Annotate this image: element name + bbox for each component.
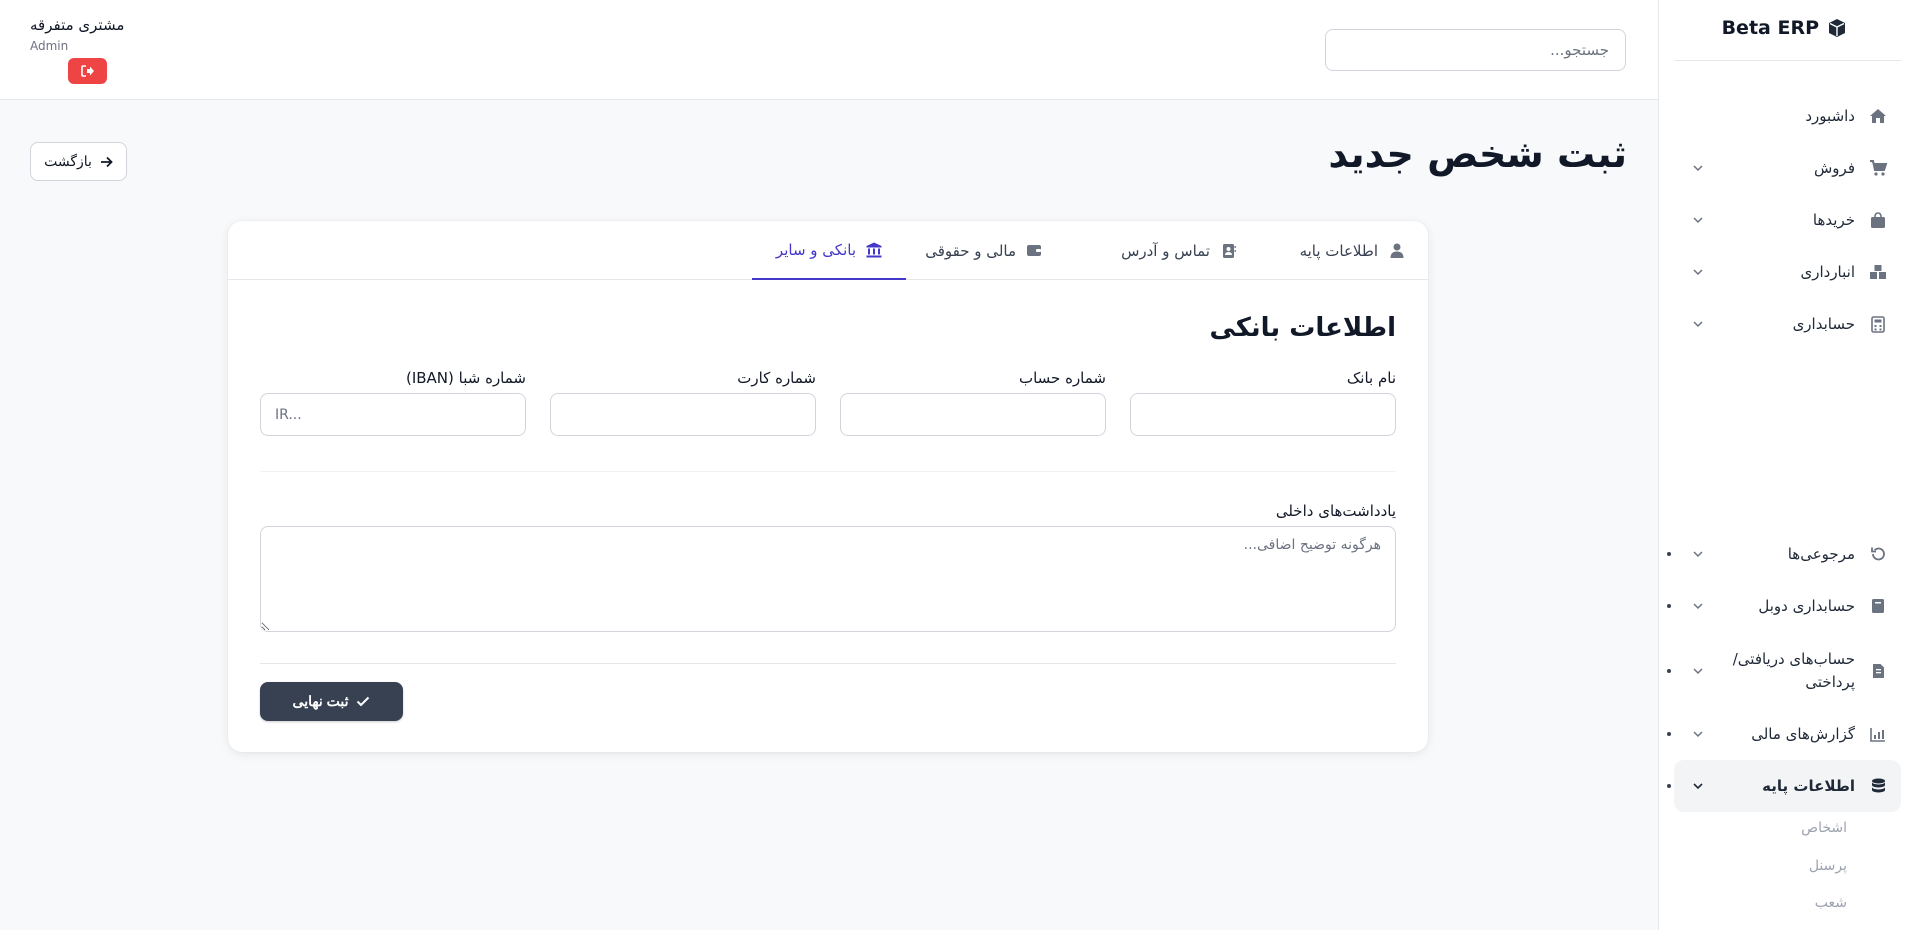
cube-icon xyxy=(1829,19,1845,37)
sidebar-item-dashboard[interactable]: داشبورد xyxy=(1674,90,1901,142)
cart-icon xyxy=(1869,159,1887,177)
tab-label: بانکی و سایر xyxy=(775,240,856,259)
user-name: مشتری متفرقه xyxy=(30,16,125,34)
chevron-down-icon xyxy=(1693,603,1703,610)
internal-notes-textarea[interactable] xyxy=(260,526,1396,632)
sidebar-item-sales[interactable]: فروش xyxy=(1674,142,1901,194)
chevron-down-icon xyxy=(1693,731,1703,738)
sidebar-item-returns[interactable]: مرجوعی‌ها xyxy=(1667,528,1901,580)
brand-name: Beta ERP xyxy=(1721,17,1819,39)
sidebar-item-label: حساب‌های دریافتی/ پرداختی xyxy=(1732,650,1855,691)
logout-button[interactable] xyxy=(68,58,107,84)
back-button[interactable]: بازگشت xyxy=(30,142,127,181)
sidebar-item-financial-reports[interactable]: گزارش‌های مالی xyxy=(1667,708,1901,760)
chevron-down-icon xyxy=(1693,551,1703,558)
sidebar-item-label: حسابداری xyxy=(1792,314,1855,333)
card-number-label: شماره کارت xyxy=(737,369,816,387)
sidebar-item-label: فروش xyxy=(1813,158,1855,177)
tab-contact-address[interactable]: تماس و آدرس xyxy=(1097,221,1260,280)
card-number-input[interactable] xyxy=(550,393,816,436)
user-icon xyxy=(1388,243,1404,259)
wallet-icon xyxy=(1026,243,1042,259)
chart-icon xyxy=(1869,725,1887,743)
sidebar-item-base-info[interactable]: اطلاعات پایه xyxy=(1667,760,1901,812)
invoice-icon xyxy=(1869,662,1887,680)
account-number-label: شماره حساب xyxy=(1018,369,1106,387)
database-icon xyxy=(1869,777,1887,795)
sidebar: Beta ERP داشبورد فروش خریدها انبارداری ح… xyxy=(1658,0,1917,930)
sidebar-item-label: خریدها xyxy=(1812,210,1855,229)
section-title: اطلاعات بانکی xyxy=(1209,313,1396,343)
footer-divider xyxy=(260,663,1396,664)
account-number-input[interactable] xyxy=(840,393,1106,436)
indicator-dot xyxy=(1667,784,1671,788)
sidebar-subitem-personnel[interactable]: پرسنل xyxy=(1809,858,1847,874)
sidebar-item-accounting[interactable]: حسابداری xyxy=(1674,298,1901,350)
bank-icon xyxy=(866,242,882,258)
sidebar-item-double-entry[interactable]: حسابداری دوبل xyxy=(1667,580,1901,632)
home-icon xyxy=(1869,107,1887,125)
book-icon xyxy=(1869,597,1887,615)
indicator-dot xyxy=(1667,552,1671,556)
address-book-icon xyxy=(1220,243,1236,259)
tab-financial-legal[interactable]: مالی و حقوقی xyxy=(901,221,1066,280)
sidebar-item-label: انبارداری xyxy=(1800,262,1855,281)
indicator-dot xyxy=(1667,604,1671,608)
top-bar: مشتری متفرقه Admin xyxy=(0,0,1658,100)
brand-divider xyxy=(1674,60,1901,61)
sidebar-subitem-branches[interactable]: شعب xyxy=(1815,895,1847,911)
boxes-icon xyxy=(1869,263,1887,281)
search-input[interactable] xyxy=(1325,29,1626,71)
tab-label: تماس و آدرس xyxy=(1121,241,1210,260)
chevron-down-icon xyxy=(1693,269,1703,276)
check-icon xyxy=(357,696,370,707)
indicator-dot xyxy=(1667,732,1671,736)
sidebar-item-inventory[interactable]: انبارداری xyxy=(1674,246,1901,298)
submit-button-label: ثبت نهایی xyxy=(292,693,349,709)
chevron-down-icon xyxy=(1693,321,1703,328)
tab-label: مالی و حقوقی xyxy=(925,241,1016,260)
sidebar-item-purchases[interactable]: خریدها xyxy=(1674,194,1901,246)
sidebar-item-label: داشبورد xyxy=(1805,106,1855,125)
bank-name-label: نام بانک xyxy=(1346,369,1396,387)
iban-input[interactable] xyxy=(260,393,526,436)
calculator-icon xyxy=(1869,315,1887,333)
sign-out-icon xyxy=(80,65,94,77)
chevron-down-icon xyxy=(1693,165,1703,172)
sidebar-item-receivables-payables[interactable]: حساب‌های دریافتی/ پرداختی xyxy=(1667,640,1901,702)
tab-bar: اطلاعات پایه تماس و آدرس مالی و حقوقی با… xyxy=(228,221,1428,280)
bank-name-input[interactable] xyxy=(1130,393,1396,436)
shopping-bag-icon xyxy=(1869,211,1887,229)
sidebar-subitem-persons[interactable]: اشخاص xyxy=(1801,820,1847,836)
submit-button[interactable]: ثبت نهایی xyxy=(260,682,403,721)
tab-basic-info[interactable]: اطلاعات پایه xyxy=(1276,221,1428,280)
sidebar-item-label: گزارش‌های مالی xyxy=(1751,724,1855,743)
internal-notes-label: یادداشت‌های داخلی xyxy=(1275,502,1396,520)
chevron-down-icon xyxy=(1693,783,1703,790)
tab-label: اطلاعات پایه xyxy=(1299,241,1378,260)
chevron-down-icon xyxy=(1693,668,1703,675)
back-button-label: بازگشت xyxy=(44,153,92,169)
section-divider xyxy=(260,471,1396,472)
page-title: ثبت شخص جدید xyxy=(1328,132,1627,176)
sidebar-item-label: مرجوعی‌ها xyxy=(1787,544,1855,563)
sidebar-item-label: اطلاعات پایه xyxy=(1762,776,1855,795)
undo-icon xyxy=(1869,545,1887,563)
sidebar-item-label: حسابداری دوبل xyxy=(1758,596,1855,615)
iban-label: شماره شبا (IBAN) xyxy=(405,369,526,387)
tab-bank-other[interactable]: بانکی و سایر xyxy=(751,221,906,280)
user-role: Admin xyxy=(30,39,69,53)
chevron-down-icon xyxy=(1693,217,1703,224)
indicator-dot xyxy=(1667,669,1671,673)
form-card: اطلاعات پایه تماس و آدرس مالی و حقوقی با… xyxy=(228,221,1428,752)
brand[interactable]: Beta ERP xyxy=(1722,14,1847,42)
arrow-right-icon xyxy=(100,156,113,167)
